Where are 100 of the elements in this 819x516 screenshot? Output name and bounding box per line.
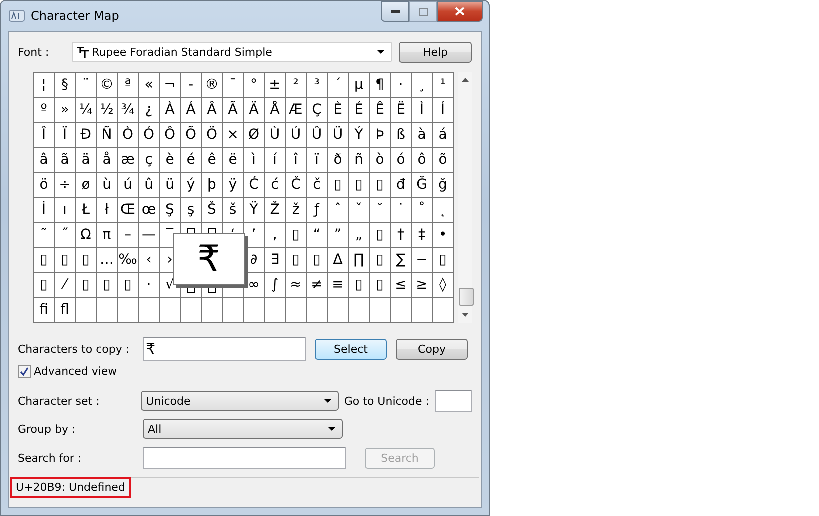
character-set-dropdown[interactable]: Unicode bbox=[141, 391, 340, 411]
character-cell[interactable]: Š bbox=[202, 198, 223, 223]
character-cell[interactable]: ½ bbox=[97, 98, 118, 123]
select-button[interactable]: Select bbox=[315, 338, 387, 360]
character-cell[interactable]: Œ bbox=[118, 198, 139, 223]
character-cell[interactable]: ˜ bbox=[34, 223, 55, 248]
character-cell[interactable]: ▯ bbox=[286, 248, 307, 273]
character-cell[interactable]: É bbox=[349, 98, 370, 123]
character-cell[interactable]: Û bbox=[307, 123, 328, 148]
character-cell[interactable]: í bbox=[265, 148, 286, 173]
character-cell[interactable]: ¶ bbox=[370, 73, 391, 98]
character-cell[interactable]: ” bbox=[328, 223, 349, 248]
character-cell[interactable]: Ñ bbox=[97, 123, 118, 148]
character-cell[interactable]: ƒ bbox=[307, 198, 328, 223]
character-cell[interactable]: « bbox=[139, 73, 160, 98]
character-cell[interactable]: Ş bbox=[160, 198, 181, 223]
character-cell[interactable]: − bbox=[412, 248, 433, 273]
character-cell[interactable]: Ğ bbox=[412, 173, 433, 198]
character-cell[interactable]: - bbox=[181, 73, 202, 98]
character-cell[interactable]: Á bbox=[181, 98, 202, 123]
character-cell[interactable]: ¯ bbox=[223, 73, 244, 98]
character-cell[interactable]: Õ bbox=[181, 123, 202, 148]
character-cell[interactable]: È bbox=[328, 98, 349, 123]
character-cell[interactable]: ▯ bbox=[76, 273, 97, 298]
character-cell[interactable]: â bbox=[34, 148, 55, 173]
character-cell[interactable]: ▯ bbox=[349, 173, 370, 198]
character-cell[interactable]: þ bbox=[202, 173, 223, 198]
character-cell[interactable]: ± bbox=[265, 73, 286, 98]
character-cell[interactable]: å bbox=[97, 148, 118, 173]
character-cell[interactable]: Þ bbox=[370, 123, 391, 148]
character-cell[interactable]: ˆ bbox=[328, 198, 349, 223]
character-cell[interactable]: ▯ bbox=[433, 248, 454, 273]
character-cell[interactable]: ▯ bbox=[307, 248, 328, 273]
character-cell[interactable]: ê bbox=[202, 148, 223, 173]
character-cell[interactable]: Č bbox=[286, 173, 307, 198]
character-cell[interactable]: é bbox=[181, 148, 202, 173]
character-cell[interactable]: Ê bbox=[370, 98, 391, 123]
character-cell[interactable]: … bbox=[97, 248, 118, 273]
character-cell[interactable]: Ú bbox=[286, 123, 307, 148]
character-cell[interactable]: ◊ bbox=[433, 273, 454, 298]
character-cell[interactable]: æ bbox=[118, 148, 139, 173]
character-cell[interactable]: ì bbox=[244, 148, 265, 173]
character-cell[interactable]: Ÿ bbox=[244, 198, 265, 223]
character-cell[interactable]: Ë bbox=[391, 98, 412, 123]
character-cell[interactable]: º bbox=[34, 98, 55, 123]
character-cell[interactable]: § bbox=[55, 73, 76, 98]
character-cell[interactable]: À bbox=[160, 98, 181, 123]
character-cell[interactable]: µ bbox=[349, 73, 370, 98]
character-cell[interactable]: ï bbox=[307, 148, 328, 173]
character-cell[interactable]: ÿ bbox=[223, 173, 244, 198]
character-cell[interactable]: Ý bbox=[349, 123, 370, 148]
character-cell[interactable]: ³ bbox=[307, 73, 328, 98]
character-cell[interactable]: · bbox=[139, 273, 160, 298]
character-cell[interactable]: è bbox=[160, 148, 181, 173]
character-cell[interactable]: „ bbox=[349, 223, 370, 248]
character-cell[interactable]: ▯ bbox=[370, 173, 391, 198]
character-cell[interactable]: Ö bbox=[202, 123, 223, 148]
character-cell[interactable]: ≈ bbox=[286, 273, 307, 298]
character-cell[interactable]: ¦ bbox=[34, 73, 55, 98]
character-cell[interactable]: Ð bbox=[76, 123, 97, 148]
character-cell[interactable]: ¿ bbox=[139, 98, 160, 123]
character-cell[interactable]: ≥ bbox=[412, 273, 433, 298]
character-cell[interactable]: ‹ bbox=[139, 248, 160, 273]
character-cell[interactable]: ù bbox=[97, 173, 118, 198]
character-cell[interactable]: đ bbox=[391, 173, 412, 198]
character-cell[interactable]: † bbox=[391, 223, 412, 248]
character-cell[interactable]: ü bbox=[160, 173, 181, 198]
character-cell[interactable]: ˘ bbox=[370, 198, 391, 223]
character-cell[interactable]: ë bbox=[223, 148, 244, 173]
character-cell[interactable]: ∑ bbox=[391, 248, 412, 273]
character-cell[interactable]: ñ bbox=[349, 148, 370, 173]
character-cell[interactable]: ž bbox=[286, 198, 307, 223]
character-cell[interactable]: ▯ bbox=[286, 223, 307, 248]
character-cell[interactable]: ≡ bbox=[328, 273, 349, 298]
character-cell[interactable]: Î bbox=[34, 123, 55, 148]
character-cell[interactable]: ª bbox=[118, 73, 139, 98]
character-cell[interactable]: ô bbox=[412, 148, 433, 173]
character-cell[interactable]: ﬁ bbox=[34, 298, 55, 323]
character-cell[interactable]: ˙ bbox=[391, 198, 412, 223]
character-cell[interactable]: “ bbox=[307, 223, 328, 248]
character-cell[interactable]: Í bbox=[433, 98, 454, 123]
character-cell[interactable]: ł bbox=[97, 198, 118, 223]
font-dropdown[interactable]: Rupee Foradian Standard Simple bbox=[72, 42, 392, 62]
copy-button[interactable]: Copy bbox=[396, 338, 468, 360]
character-cell[interactable]: ▯ bbox=[370, 223, 391, 248]
character-cell[interactable]: Â bbox=[202, 98, 223, 123]
character-cell[interactable]: ó bbox=[391, 148, 412, 173]
character-cell[interactable]: ≤ bbox=[391, 273, 412, 298]
character-cell[interactable]: ﬂ bbox=[55, 298, 76, 323]
character-cell[interactable]: ® bbox=[202, 73, 223, 98]
character-cell[interactable]: ▯ bbox=[118, 273, 139, 298]
character-cell[interactable]: ⁄ bbox=[55, 273, 76, 298]
character-cell[interactable]: Ł bbox=[76, 198, 97, 223]
character-cell[interactable]: ć bbox=[265, 173, 286, 198]
character-cell[interactable]: î bbox=[286, 148, 307, 173]
character-cell[interactable]: ° bbox=[244, 73, 265, 98]
character-cell[interactable]: ¼ bbox=[76, 98, 97, 123]
character-cell[interactable]: ▯ bbox=[55, 248, 76, 273]
character-cell[interactable]: ∃ bbox=[265, 248, 286, 273]
character-cell[interactable]: ˚ bbox=[412, 198, 433, 223]
